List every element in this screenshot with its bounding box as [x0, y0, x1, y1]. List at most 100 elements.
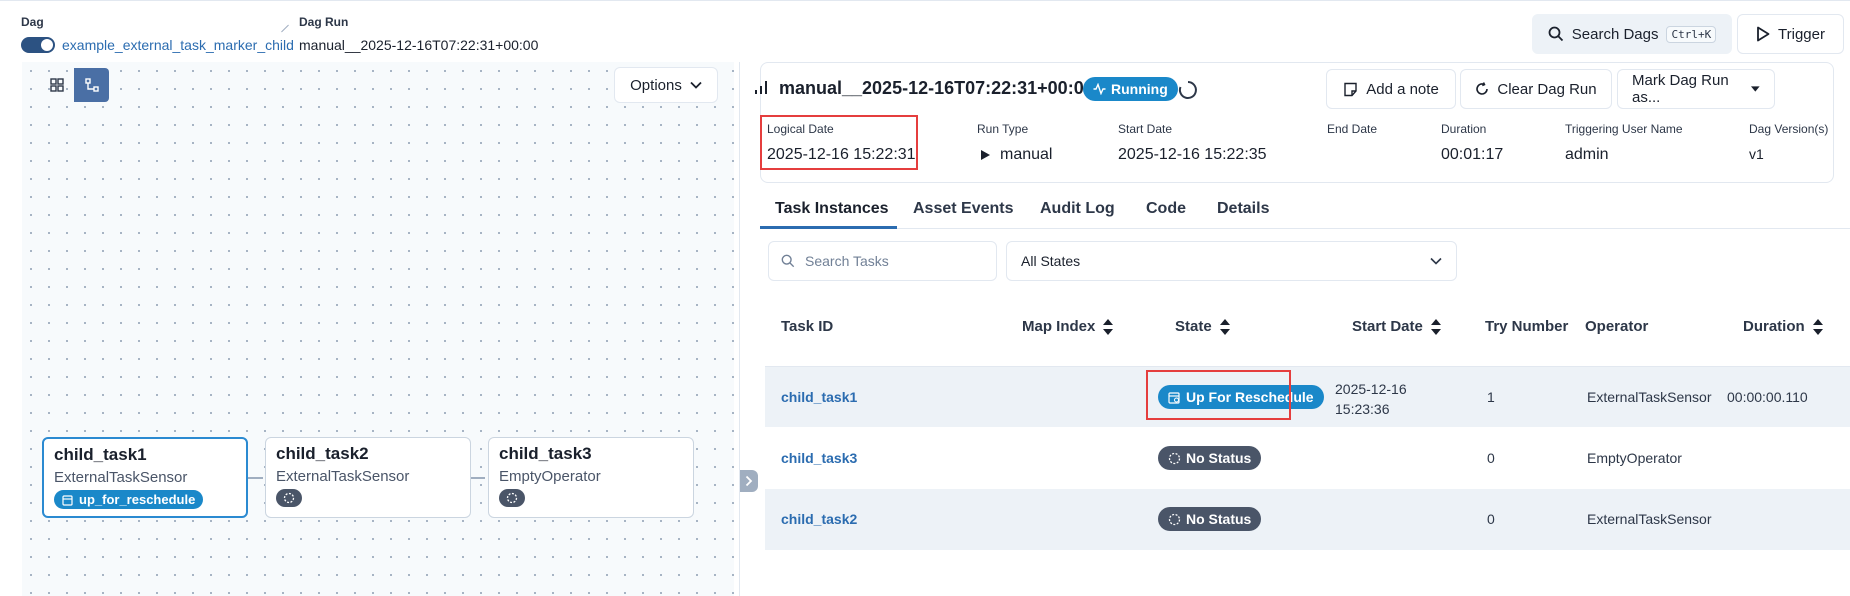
tab-task-instances[interactable]: Task Instances: [775, 200, 889, 218]
graph-view-button[interactable]: [74, 68, 109, 102]
graph-node-child-task3[interactable]: child_task3 EmptyOperator: [488, 437, 694, 518]
state-highlight: [1146, 370, 1291, 420]
search-tasks-placeholder: Search Tasks: [805, 253, 889, 269]
tab-asset-events[interactable]: Asset Events: [913, 200, 1014, 218]
triggering-user-label: Triggering User Name: [1565, 122, 1683, 136]
play-icon: [1757, 26, 1770, 42]
grid-view-button[interactable]: [39, 68, 74, 102]
view-toggle: [39, 68, 109, 102]
dagrun-breadcrumb-label: Dag Run: [299, 15, 349, 29]
clear-dagrun-button[interactable]: Clear Dag Run: [1460, 69, 1612, 109]
table-row[interactable]: child_task3 No Status 0 EmptyOperator: [765, 428, 1850, 489]
search-dags-button[interactable]: Search Dags Ctrl+K: [1532, 14, 1732, 54]
start-date-cell: 2025-12-16 15:23:36: [1335, 379, 1407, 419]
search-dags-label: Search Dags: [1571, 25, 1659, 43]
column-label: Start Date: [1352, 318, 1423, 335]
node-operator: ExternalTaskSensor: [54, 469, 188, 486]
node-state-label: up_for_reschedule: [79, 492, 196, 507]
dashed-circle-icon: [506, 492, 518, 504]
state-filter-select[interactable]: All States: [1006, 241, 1457, 281]
column-duration[interactable]: Duration: [1743, 318, 1823, 335]
trigger-button[interactable]: Trigger: [1737, 14, 1844, 54]
tab-code[interactable]: Code: [1146, 200, 1186, 218]
state-badge: No Status: [1158, 507, 1262, 531]
column-label: Try Number: [1485, 318, 1569, 335]
graph-node-child-task1[interactable]: child_task1 ExternalTaskSensor up_for_re…: [42, 437, 248, 518]
state-badge: No Status: [1158, 446, 1262, 470]
dagrun-id: manual__2025-12-16T07:22:31+00:00: [299, 37, 539, 53]
sort-icon: [1103, 318, 1114, 335]
operator-cell: ExternalTaskSensor: [1587, 511, 1712, 527]
try-number-cell: 0: [1487, 511, 1495, 527]
task-id-link[interactable]: child_task2: [781, 511, 857, 527]
graph-node-child-task2[interactable]: child_task2 ExternalTaskSensor: [265, 437, 471, 518]
dashed-circle-icon: [1168, 513, 1181, 525]
column-state[interactable]: State: [1175, 318, 1230, 335]
search-tasks-input[interactable]: Search Tasks: [768, 241, 997, 281]
play-icon: [981, 150, 990, 160]
chevron-right-icon: [745, 475, 753, 487]
search-shortcut: Ctrl+K: [1666, 25, 1717, 43]
run-type-label: Run Type: [977, 122, 1029, 136]
table-row[interactable]: child_task2 No Status 0 ExternalTaskSens…: [765, 489, 1850, 550]
mark-dagrun-label: Mark Dag Run as...: [1632, 72, 1729, 106]
clear-dagrun-label: Clear Dag Run: [1497, 80, 1597, 98]
tab-audit-log[interactable]: Audit Log: [1040, 200, 1115, 218]
duration-value: 00:01:17: [1441, 146, 1504, 163]
dag-version-label: Dag Version(s): [1749, 122, 1829, 136]
options-button[interactable]: Options: [614, 67, 718, 103]
try-number-cell: 0: [1487, 450, 1495, 466]
task-id-link[interactable]: child_task3: [781, 450, 857, 466]
node-name: child_task1: [54, 445, 147, 464]
triggering-user-link[interactable]: admin: [1565, 146, 1609, 164]
task-id-link[interactable]: child_task1: [781, 389, 857, 405]
column-task-id[interactable]: Task ID: [781, 318, 833, 335]
try-number-cell: 1: [1487, 389, 1495, 405]
chevron-down-icon: [690, 81, 702, 89]
sort-icon: [1430, 318, 1441, 335]
node-state-badge: up_for_reschedule: [54, 490, 204, 509]
dag-pause-toggle[interactable]: [21, 37, 55, 53]
sort-icon: [1219, 318, 1230, 335]
column-start-date[interactable]: Start Date: [1352, 318, 1441, 335]
dag-version-value: v1: [1749, 146, 1764, 162]
node-state-badge: [276, 489, 302, 507]
grid-icon: [49, 78, 64, 92]
options-label: Options: [630, 76, 682, 94]
node-state-badge: [499, 489, 525, 507]
add-note-button[interactable]: Add a note: [1326, 69, 1456, 109]
table-row[interactable]: child_task1 Up For Reschedule 2025-12-16…: [765, 366, 1850, 427]
top-bar: Dag example_external_task_marker_child D…: [0, 0, 1850, 54]
caret-down-icon: [1751, 86, 1760, 92]
column-label: Operator: [1585, 318, 1649, 335]
end-date-label: End Date: [1327, 122, 1378, 136]
search-icon: [1548, 26, 1563, 42]
column-map-index[interactable]: Map Index: [1022, 318, 1114, 335]
run-status-label: Running: [1111, 81, 1168, 97]
tabs-divider: [760, 228, 1850, 229]
mark-dagrun-button[interactable]: Mark Dag Run as...: [1617, 69, 1775, 109]
column-label: State: [1175, 318, 1212, 335]
operator-cell: EmptyOperator: [1587, 450, 1682, 466]
dag-id-link[interactable]: example_external_task_marker_child: [62, 37, 294, 53]
duration-label: Duration: [1441, 122, 1487, 136]
panel-resize-handle[interactable]: [740, 470, 758, 492]
node-operator: ExternalTaskSensor: [276, 468, 410, 485]
column-label: Map Index: [1022, 318, 1096, 335]
state-filter-value: All States: [1021, 253, 1081, 269]
panel-divider: [739, 62, 740, 596]
column-label: Duration: [1743, 318, 1805, 335]
operator-cell: ExternalTaskSensor: [1587, 389, 1712, 405]
add-note-label: Add a note: [1366, 80, 1439, 98]
node-operator: EmptyOperator: [499, 468, 601, 485]
node-name: child_task2: [276, 444, 369, 463]
column-operator[interactable]: Operator: [1585, 318, 1648, 335]
graph-canvas[interactable]: Options child_task1 ExternalTaskSensor u…: [22, 62, 734, 596]
start-date-label: Start Date: [1118, 122, 1173, 136]
column-label: Task ID: [781, 318, 834, 335]
dagrun-title: manual__2025-12-16T07:22:31+00:00: [779, 78, 1094, 98]
column-try-number[interactable]: Try Number: [1485, 318, 1568, 335]
sort-icon: [1812, 318, 1823, 335]
refresh-icon: [1476, 82, 1489, 95]
tab-details[interactable]: Details: [1217, 200, 1269, 218]
